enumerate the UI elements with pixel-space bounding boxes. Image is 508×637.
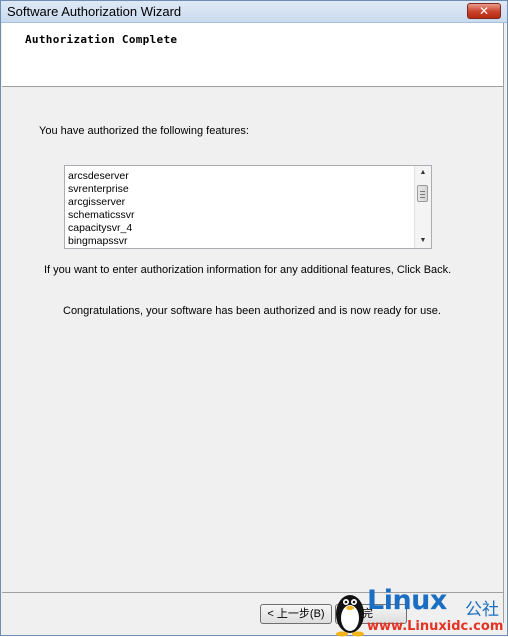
grip-line	[420, 191, 425, 192]
title-bar: Software Authorization Wizard ✕	[1, 1, 507, 23]
watermark-brand: Linux	[367, 585, 447, 616]
content-edge-divider	[503, 23, 504, 623]
feature-item[interactable]: bingmapssvr	[68, 235, 135, 248]
grip-line	[420, 194, 425, 195]
feature-item[interactable]: schematicssvr	[68, 209, 135, 222]
page-heading: Authorization Complete	[25, 33, 178, 46]
window-title: Software Authorization Wizard	[7, 4, 182, 19]
wizard-window: Software Authorization Wizard ✕ Authoriz…	[0, 0, 508, 637]
watermark-url: www.Linuxidc.com	[367, 619, 504, 634]
grip-line	[420, 197, 425, 198]
feature-item[interactable]: arcsdeserver	[68, 170, 135, 183]
additional-features-text: If you want to enter authorization infor…	[44, 264, 452, 276]
back-button[interactable]: < 上一步(B)	[260, 604, 332, 624]
close-button[interactable]: ✕	[467, 3, 501, 19]
intro-text: You have authorized the following featur…	[39, 125, 249, 137]
scroll-up-arrow-icon[interactable]: ▲	[415, 166, 431, 180]
features-list: arcsdeserver svrenterprise arcgisserver …	[68, 170, 135, 248]
feature-item[interactable]: svrenterprise	[68, 183, 135, 196]
wizard-header: Authorization Complete	[2, 23, 503, 87]
close-icon: ✕	[478, 4, 490, 18]
feature-item[interactable]: capacitysvr_4	[68, 222, 135, 235]
penguin-icon	[336, 595, 364, 637]
watermark-logo: Linux 公社 www.Linuxidc.com	[331, 585, 508, 637]
features-listbox[interactable]: arcsdeserver svrenterprise arcgisserver …	[64, 165, 432, 249]
scroll-thumb[interactable]	[417, 185, 428, 202]
scroll-down-arrow-icon[interactable]: ▼	[415, 234, 431, 248]
feature-item[interactable]: arcgisserver	[68, 196, 135, 209]
vertical-scrollbar[interactable]: ▲ ▼	[414, 166, 431, 248]
watermark-cn-text: 公社	[465, 600, 499, 620]
congratulations-text: Congratulations, your software has been …	[63, 305, 441, 317]
